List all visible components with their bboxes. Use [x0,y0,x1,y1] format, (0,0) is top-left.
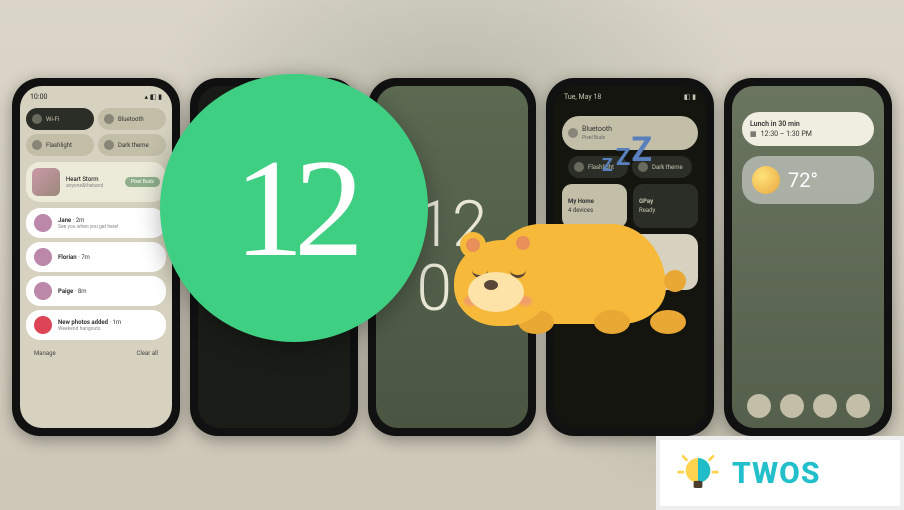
bear-head [454,240,550,326]
notification[interactable]: Florian · 7m [26,242,166,272]
notif-age: 2m [76,217,85,224]
media-title: Heart Storm [66,176,103,183]
weather-card[interactable]: 72° [742,156,874,204]
status-icons: ◧ ▮ [684,93,696,101]
brand-name: TWOS [732,456,820,491]
lightbulb-icon [676,451,720,495]
bear-ear [460,232,486,258]
bear-snout [468,272,524,312]
temperature: 72° [788,168,818,192]
calendar-icon: ▦ [750,130,757,138]
qs-wifi[interactable]: Wi-Fi [26,108,94,130]
status-bar: Tue, May 18 ◧ ▮ [554,86,706,108]
android-12-badge: 12 [160,74,428,342]
bear-ear [510,230,536,256]
messages-icon[interactable] [780,394,804,418]
qs-flashlight[interactable]: Flashlight [26,134,94,156]
bear-tail [664,270,686,292]
qs-dark-label: Dark theme [118,142,149,149]
android-version: 12 [234,128,354,289]
status-date: Tue, May 18 [564,93,601,101]
manage-button[interactable]: Manage [34,350,56,357]
notif-sender: Paige [58,288,73,295]
qs-bt-label: Bluetooth [118,116,144,123]
notif-age: 7m [81,254,90,261]
notif-body: See you when you get here! [58,224,158,230]
photo-icon [34,316,52,334]
event-card[interactable]: Lunch in 30 min ▦ 12:30 – 1:30 PM [742,112,874,146]
bear-paw [650,310,686,334]
dock [742,394,874,418]
album-art [32,168,60,196]
qs-darktheme[interactable]: Dark theme [98,134,166,156]
sun-icon [752,166,780,194]
avatar [34,282,52,300]
phone-1: 10:00 ▴ ◧ ▮ Wi-Fi Bluetooth Flashlight D… [12,78,180,436]
notification[interactable]: Paige · 8m [26,276,166,306]
bear-nose [484,280,498,290]
notification[interactable]: New photos added · 1m Weekend hangouts [26,310,166,340]
avatar [34,248,52,266]
bear-paw [594,310,630,334]
event-title: Lunch in 30 min [750,120,866,128]
notif-sender: Florian [58,254,77,261]
zzz-icon: Z Z Z [592,130,652,170]
media-subtitle: anyone&theband [66,183,103,189]
notif-body: Weekend hangouts [58,326,158,332]
media-card[interactable]: Heart Storm anyone&theband Pixel Buds [26,162,166,202]
avatar [34,214,52,232]
chrome-icon[interactable] [813,394,837,418]
phone-5: Lunch in 30 min ▦ 12:30 – 1:30 PM 72° [724,78,892,436]
status-bar: 10:00 ▴ ◧ ▮ [20,86,172,108]
qs-bluetooth[interactable]: Bluetooth [98,108,166,130]
qs-wifi-label: Wi-Fi [46,116,59,123]
phone-icon[interactable] [747,394,771,418]
sleeping-bear-illustration: Z Z Z [436,134,696,334]
notification[interactable]: Jane · 2m See you when you get here! [26,208,166,238]
status-icons: ▴ ◧ ▮ [145,93,162,101]
media-output-chip[interactable]: Pixel Buds [125,177,160,187]
event-time: 12:30 – 1:30 PM [761,130,812,138]
camera-icon[interactable] [846,394,870,418]
notif-age: 1m [113,319,122,326]
clear-all-button[interactable]: Clear all [136,350,158,357]
notif-sender: Jane [58,217,71,224]
twos-logo: TWOS [656,436,904,510]
notif-sender: New photos added [58,319,108,326]
notif-age: 8m [78,288,87,295]
qs-flash-label: Flashlight [46,142,72,149]
status-time: 10:00 [30,93,47,101]
